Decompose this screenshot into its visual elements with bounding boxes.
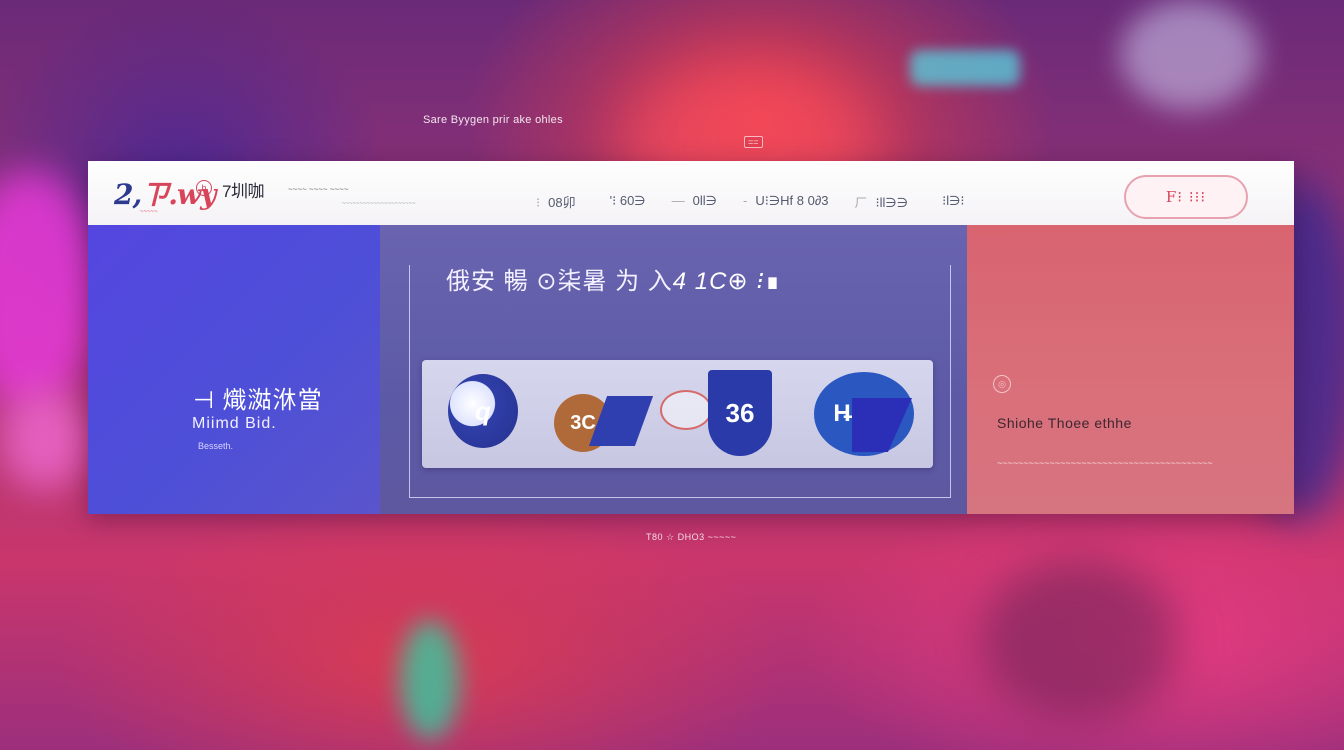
- logo-subtext: ~~~~~: [140, 209, 158, 215]
- left-panel-subtitle: Miimd Bid.: [192, 415, 277, 432]
- nav-item-5[interactable]: ㄏ ⁝ll∋∋: [855, 192, 909, 211]
- bottom-caption: T80 ☆ DHO3 ~~~~~: [646, 532, 737, 542]
- nav-item-label: 08卯: [548, 194, 576, 210]
- hero-middle-panel: 俄安 暢 ⊙柒暑 为 入4 1C⊕ ⁝∎ q 3C 36 H̶K 8l: [380, 225, 967, 514]
- nav-item-1[interactable]: ⁝ 08卯: [536, 192, 576, 211]
- bg-blob: [400, 620, 460, 740]
- brand-line: ~~~~~~~~~~~~~~~~~~~~~: [342, 201, 416, 207]
- right-panel-title: Shiohe Thoee ethhe: [997, 415, 1132, 431]
- nav-item-label: ⁝l∋⁝: [942, 193, 965, 208]
- hero-right-panel[interactable]: ◎ Shiohe Thoee ethhe ~~~~~~~~~~~~~~~~~~~…: [967, 225, 1294, 514]
- bg-blob: [980, 560, 1180, 720]
- partner-logos-bar: q 3C 36 H̶K 8l: [422, 360, 933, 468]
- partner-logo-badge[interactable]: [660, 390, 712, 430]
- nav-item-label: U⁝∋Hf 8 0∂3: [755, 193, 829, 208]
- top-nav-bar: 2,ㄗ.wy ~~~~~ b 7圳咖 ~~~~ ~~~~ ~~~~ ~~~~~~…: [88, 161, 1294, 225]
- nav-item-4[interactable]: - U⁝∋Hf 8 0∂3: [743, 193, 829, 209]
- brand-tagline: ~~~~ ~~~~ ~~~~: [288, 185, 349, 194]
- middle-panel-title: 俄安 暢 ⊙柒暑 为 入4 1C⊕ ⁝∎: [446, 261, 781, 296]
- partner-logo-q[interactable]: q: [448, 374, 518, 448]
- top-caption: Sare Byygen prir ake ohles: [423, 114, 563, 126]
- nav-separator: —: [671, 193, 685, 208]
- info-circle-icon: ◎: [993, 375, 1011, 393]
- left-panel-title: ⊣ 熾㵈㳜當: [193, 387, 323, 414]
- nav-menu: ⁝ 08卯 '⁝ 60∋ — 0ll∋ - U⁝∋Hf 8 0∂3 ㄏ ⁝ll∋∋ ⁝l…: [536, 191, 991, 211]
- nav-item-2[interactable]: '⁝ 60∋: [602, 193, 646, 209]
- right-panel-description: ~~~~~~~~~~~~~~~~~~~~~~~~~~~~~~~~~~~~~~~~…: [997, 458, 1213, 468]
- nav-item-3[interactable]: — 0ll∋: [672, 193, 717, 209]
- cta-button[interactable]: F⁝ ⁝⁝⁝: [1124, 175, 1248, 219]
- logo-text: 2,: [114, 178, 142, 211]
- nav-separator: ㄏ: [854, 194, 868, 210]
- top-badge: ==: [744, 136, 763, 148]
- bg-blob: [0, 170, 100, 410]
- bg-blob: [1120, 0, 1260, 110]
- hero-left-panel[interactable]: ⊣ 熾㵈㳜當 Miimd Bid. Besseth.: [88, 225, 380, 514]
- bg-blob: [910, 50, 1020, 86]
- nav-item-label: '⁝ 60∋: [609, 193, 646, 208]
- middle-title-accent: 4 1C⊕ ⁝∎: [672, 268, 782, 295]
- left-panel-caption: Besseth.: [198, 441, 234, 451]
- website-window: 2,ㄗ.wy ~~~~~ b 7圳咖 ~~~~ ~~~~ ~~~~ ~~~~~~…: [88, 161, 1294, 514]
- nav-separator: ⁝: [536, 194, 541, 210]
- nav-separator: -: [742, 193, 748, 208]
- nav-item-6[interactable]: ⁝l∋⁝: [934, 193, 964, 209]
- middle-title-text: 俄安 暢 ⊙柒暑 为 入: [446, 268, 673, 295]
- brand-name[interactable]: 7圳咖: [222, 177, 264, 202]
- nav-item-label: ⁝ll∋∋: [875, 194, 909, 210]
- logo-circle-icon: b: [196, 180, 212, 196]
- nav-item-label: 0ll∋: [692, 193, 717, 208]
- partner-logo-36[interactable]: 36: [708, 370, 772, 456]
- bg-blob: [0, 390, 90, 490]
